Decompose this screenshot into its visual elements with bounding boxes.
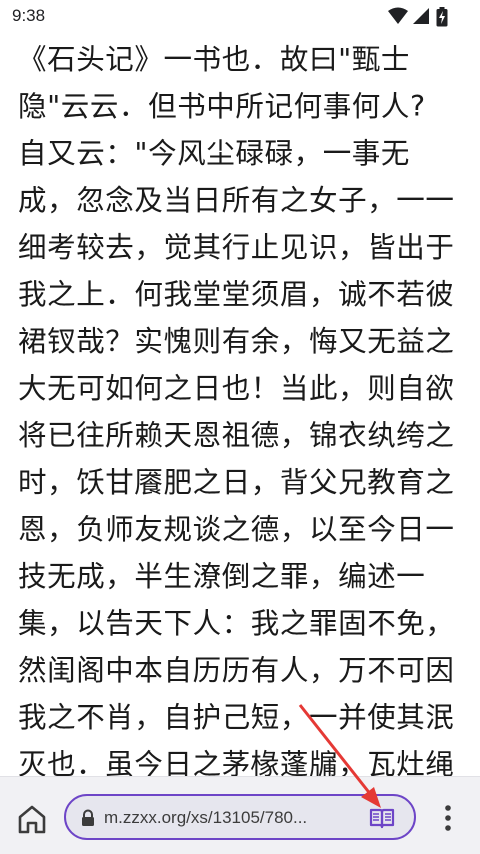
text-line: 集，以告天下人：我之罪固不免， [18,607,455,640]
address-bar[interactable]: m.zzxx.org/xs/13105/780... [64,794,416,840]
more-vert-icon [445,805,451,831]
text-line: 灭也．虽今日之茅椽蓬牖，瓦灶绳 [18,748,455,778]
text-line: 然闺阁中本自历历有人，万不可因 [18,654,455,687]
text-line: 技无成，半生潦倒之罪，编述一 [18,560,426,593]
text-line: 将已往所赖天恩祖德，锦衣纨绔之 [18,419,455,452]
status-time: 9:38 [12,6,46,25]
more-menu-button[interactable] [436,803,460,833]
text-line: 成，忽念及当日所有之女子，一一 [18,184,455,217]
text-line: 《石头记》一书也．故曰"甄士 [18,43,411,76]
url-text: m.zzxx.org/xs/13105/780... [104,808,308,827]
reader-mode-button[interactable] [368,806,396,830]
home-button[interactable] [14,801,50,837]
text-line: 时，饫甘餍肥之日，背父兄教育之 [18,466,455,499]
battery-icon [436,7,448,27]
signal-icon [413,8,429,24]
wifi-icon [388,7,408,24]
home-icon [18,805,46,834]
text-line: 恩，负师友规谈之德，以至今日一 [18,513,455,546]
browser-bottom-bar: m.zzxx.org/xs/13105/780... [0,776,480,854]
text-line: 我之不肖，自护己短，一并使其泯 [18,701,455,734]
text-line: 我之上．何我堂堂须眉，诚不若彼 [18,278,455,311]
reader-mode-icon [369,808,395,829]
text-line: 自又云："今风尘碌碌，一事无 [18,137,411,170]
lock-icon [82,809,94,826]
text-line: 细考较去，觉其行止见识，皆出于 [18,231,455,264]
text-line: 隐"云云．但书中所记何事何人? [18,90,426,123]
reading-content: 《石头记》一书也．故曰"甄士 隐"云云．但书中所记何事何人? 自又云："今风尘碌… [0,38,480,778]
text-line: 裙钗哉？实愧则有余，悔又无益之 [18,325,455,358]
text-line: 大无可如何之日也！当此，则自欲 [18,372,455,405]
status-bar: 9:38 [0,0,480,34]
